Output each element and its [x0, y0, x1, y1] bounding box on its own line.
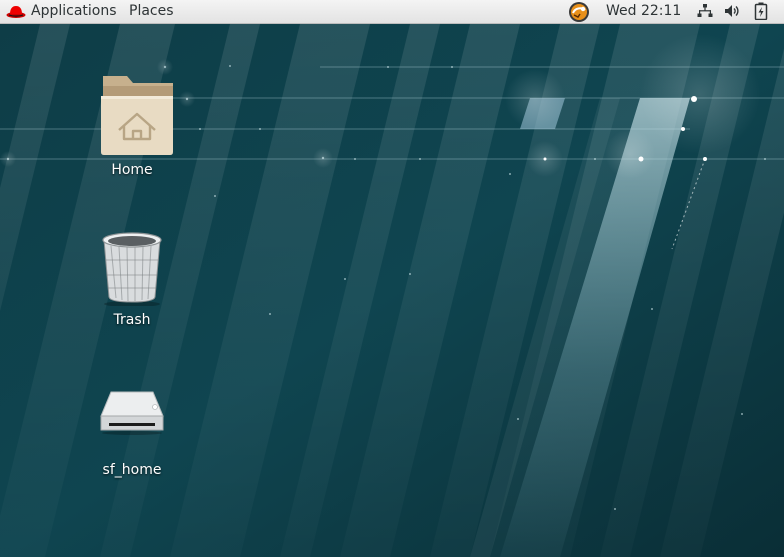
drive-icon — [100, 391, 164, 435]
desktop[interactable]: Home Trash sf_home — [0, 24, 784, 557]
applications-label: Applications — [31, 3, 117, 19]
volume-icon[interactable] — [724, 3, 740, 19]
top-panel: Applications Places Wed 22:11 — [0, 0, 784, 24]
battery-icon[interactable] — [754, 2, 768, 20]
network-icon[interactable] — [697, 3, 713, 19]
home-folder-icon — [101, 76, 173, 155]
clock[interactable]: Wed 22:11 — [606, 0, 681, 23]
redhat-icon — [6, 6, 26, 18]
desktop-icon-home[interactable]: Home — [77, 70, 187, 178]
desktop-icon-sf-home[interactable]: sf_home — [77, 370, 187, 478]
places-menu[interactable]: Places — [129, 0, 174, 23]
vm-status-icon[interactable] — [568, 1, 590, 23]
trash-icon — [102, 232, 162, 306]
desktop-icon-label: sf_home — [102, 462, 162, 478]
desktop-icon-label: Trash — [113, 312, 151, 328]
desktop-icon-trash[interactable]: Trash — [77, 220, 187, 328]
desktop-icon-label: Home — [111, 162, 153, 178]
